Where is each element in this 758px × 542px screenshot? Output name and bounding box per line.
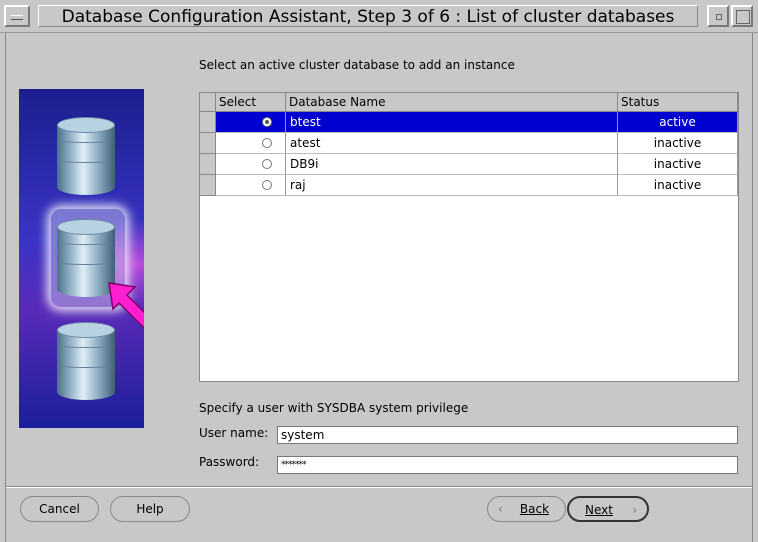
back-button-label: Back: [519, 502, 550, 516]
window-menu-icon: [11, 15, 23, 20]
status-cell: inactive: [618, 133, 738, 154]
select-cell[interactable]: [216, 112, 286, 133]
database-icon: [57, 117, 115, 195]
select-cell[interactable]: [216, 175, 286, 196]
select-radio[interactable]: [262, 159, 272, 169]
back-button[interactable]: ‹ Back: [487, 496, 566, 522]
database-name-cell: atest: [286, 133, 618, 154]
minimize-icon: [716, 14, 722, 20]
minimize-button[interactable]: [707, 5, 729, 27]
next-button-label: Next: [585, 503, 613, 517]
cancel-button[interactable]: Cancel: [20, 496, 99, 522]
maximize-icon: [736, 10, 750, 24]
database-name-cell: DB9i: [286, 154, 618, 175]
chevron-right-icon: ›: [632, 503, 637, 517]
title-bar: Database Configuration Assistant, Step 3…: [0, 0, 758, 33]
row-header[interactable]: [200, 175, 216, 196]
database-icon: [57, 322, 115, 400]
status-cell: inactive: [618, 175, 738, 196]
column-header-database-name[interactable]: Database Name: [286, 93, 618, 112]
row-header[interactable]: [200, 154, 216, 175]
sysdba-prompt: Specify a user with SYSDBA system privil…: [199, 401, 469, 415]
cluster-database-table: Select Database Name Status btest active…: [199, 92, 739, 382]
select-radio[interactable]: [262, 180, 272, 190]
password-field[interactable]: *******: [277, 456, 738, 474]
table-empty-area: [200, 196, 216, 381]
window-title: Database Configuration Assistant, Step 3…: [38, 5, 698, 27]
row-header[interactable]: [200, 112, 216, 133]
next-button[interactable]: Next ›: [567, 496, 649, 522]
instruction-text: Select an active cluster database to add…: [199, 58, 515, 72]
wizard-illustration: [19, 89, 144, 428]
arrow-pointer-icon: [108, 282, 144, 330]
row-header[interactable]: [200, 133, 216, 154]
username-label: User name:: [199, 426, 269, 440]
column-header-select[interactable]: Select: [216, 93, 286, 112]
status-cell: inactive: [618, 154, 738, 175]
maximize-button[interactable]: [731, 5, 753, 27]
status-cell: active: [618, 112, 738, 133]
select-radio[interactable]: [262, 138, 272, 148]
select-cell[interactable]: [216, 154, 286, 175]
select-cell[interactable]: [216, 133, 286, 154]
column-header-status[interactable]: Status: [618, 93, 738, 112]
window-frame-left: [0, 33, 6, 542]
database-name-cell: btest: [286, 112, 618, 133]
help-button[interactable]: Help: [110, 496, 190, 522]
database-name-cell: raj: [286, 175, 618, 196]
select-radio[interactable]: [262, 117, 272, 127]
button-separator: [6, 486, 752, 488]
chevron-left-icon: ‹: [498, 502, 503, 516]
window-frame-right: [752, 33, 758, 542]
table-corner: [200, 93, 216, 112]
password-label: Password:: [199, 455, 260, 469]
window-menu-button[interactable]: [4, 5, 30, 27]
username-field[interactable]: system: [277, 426, 738, 444]
